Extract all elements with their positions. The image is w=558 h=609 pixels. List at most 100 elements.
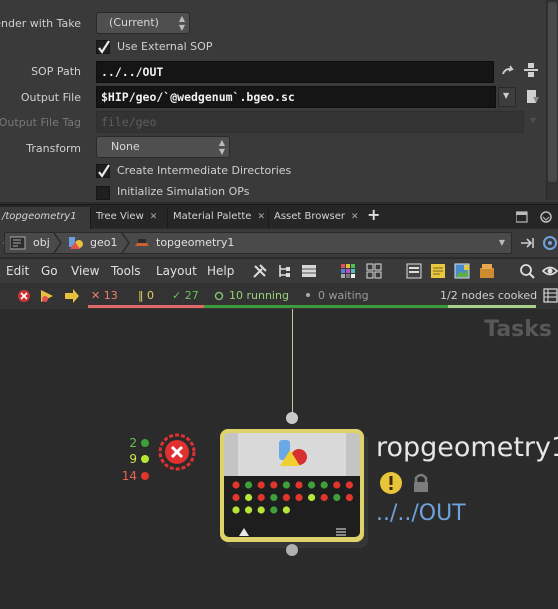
node-display-flag[interactable] — [346, 433, 360, 476]
succeeded-count[interactable]: ✓ 27 — [172, 289, 199, 302]
pin-icon[interactable] — [520, 236, 536, 250]
menu-go[interactable]: Go — [41, 264, 58, 278]
work-item-dot[interactable] — [232, 493, 240, 502]
object-context-icon — [10, 236, 26, 250]
close-icon[interactable]: ✕ — [150, 212, 158, 222]
task-list-icon[interactable] — [335, 527, 347, 537]
file-browse-icon[interactable] — [524, 88, 542, 106]
nodes-cooked: 1/2 nodes cooked — [440, 289, 538, 302]
work-item-dot[interactable] — [270, 493, 278, 502]
asset-box-icon[interactable] — [479, 263, 495, 279]
node-bypass-flag[interactable] — [224, 433, 238, 476]
task-graph-arrow-icon[interactable] — [238, 527, 250, 537]
param-scrollbar[interactable] — [546, 0, 558, 200]
choose-operator-icon[interactable] — [522, 61, 540, 79]
warning-icon[interactable] — [379, 471, 403, 495]
work-item-dot[interactable] — [333, 493, 341, 502]
menu-view[interactable]: View — [71, 264, 99, 278]
cancel-cook-icon[interactable] — [17, 289, 31, 303]
menu-layout[interactable]: Layout — [156, 264, 197, 278]
work-item-dot[interactable] — [257, 481, 265, 489]
sop-path-field[interactable]: ../../OUT — [96, 61, 494, 83]
work-item-dot[interactable] — [345, 493, 353, 502]
failed-count[interactable]: ✕ 13 — [91, 289, 118, 302]
work-item-dot[interactable] — [245, 506, 253, 514]
link-icon[interactable] — [541, 235, 557, 251]
breadcrumb-obj[interactable]: obj — [33, 236, 50, 249]
tools-wrench-icon[interactable] — [252, 263, 270, 279]
menu-tools[interactable]: Tools — [111, 264, 141, 278]
sticky-note-icon[interactable] — [430, 263, 446, 279]
search-icon[interactable] — [519, 263, 535, 279]
top-network-icon — [135, 239, 149, 246]
close-icon[interactable]: ✕ — [257, 212, 265, 222]
work-item-dot[interactable] — [245, 493, 253, 502]
work-item-dot[interactable] — [232, 506, 240, 514]
lock-icon[interactable] — [411, 472, 431, 494]
waiting-count[interactable]: 0 waiting — [318, 289, 369, 302]
task-table-icon[interactable] — [543, 288, 558, 303]
work-item-dot[interactable] — [245, 481, 253, 489]
cook-output-icon[interactable] — [39, 288, 55, 304]
network-box-icon[interactable] — [406, 263, 422, 279]
use-external-sop-checkbox[interactable] — [96, 40, 110, 54]
output-file-menu-button[interactable]: ▼ — [498, 87, 516, 107]
color-palette-icon[interactable] — [341, 264, 355, 278]
input-connector[interactable] — [285, 411, 299, 425]
work-item-dot[interactable] — [282, 493, 290, 502]
eye-icon[interactable] — [542, 264, 558, 278]
work-item-dot[interactable] — [232, 481, 240, 489]
work-item-dot[interactable] — [308, 493, 316, 502]
breadcrumb-geo[interactable]: geo1 — [90, 236, 117, 249]
pane-menu-icon[interactable] — [516, 210, 556, 224]
work-item-dot[interactable] — [270, 506, 278, 514]
work-item-dot[interactable] — [295, 481, 303, 489]
work-item-dot[interactable] — [320, 481, 328, 489]
output-file-tag-field[interactable]: file/geo — [96, 111, 524, 133]
breadcrumb-node[interactable]: topgeometry1 — [156, 236, 234, 249]
work-item-dot[interactable] — [308, 481, 316, 489]
use-external-sop-label: Use External SOP — [117, 40, 213, 53]
param-scrollbar-thumb[interactable] — [548, 2, 557, 182]
running-count[interactable]: 10 running — [229, 289, 289, 302]
dirty-cook-icon[interactable] — [63, 288, 81, 304]
work-item-dot[interactable] — [333, 481, 341, 489]
transform-dropdown[interactable]: None ▲ ▼ — [96, 136, 230, 158]
work-item-dot[interactable] — [257, 493, 265, 502]
create-dirs-label: Create Intermediate Directories — [117, 164, 292, 177]
path-dropdown-arrow-icon[interactable]: ▼ — [499, 238, 505, 247]
render-with-take-dropdown[interactable]: (Current) ▲ ▼ — [96, 12, 190, 34]
failed-dot — [141, 472, 149, 480]
tree-layout-icon[interactable] — [276, 263, 292, 279]
work-item-dot[interactable] — [320, 493, 328, 502]
tab-tree-view[interactable]: Tree View ✕ — [90, 207, 167, 229]
error-badge-icon[interactable] — [158, 433, 196, 471]
tab-network[interactable]: /topgeometry1 — [0, 207, 90, 229]
list-view-icon[interactable] — [301, 263, 317, 279]
work-item-dot[interactable] — [282, 506, 290, 514]
grid-layout-icon[interactable] — [366, 263, 382, 279]
add-tab-plus-icon[interactable]: + — [367, 205, 380, 224]
work-item-dot[interactable] — [282, 481, 290, 489]
create-dirs-checkbox[interactable] — [96, 164, 110, 178]
init-sim-checkbox[interactable] — [96, 186, 110, 200]
menu-help[interactable]: Help — [207, 264, 234, 278]
parameter-pane: Render with Take (Current) ▲▼ Use Extern… — [0, 0, 558, 202]
work-item-dot[interactable] — [345, 481, 353, 489]
work-item-dot[interactable] — [295, 493, 303, 502]
tab-asset-browser[interactable]: Asset Browser ✕ — [268, 207, 359, 229]
menu-edit[interactable]: Edit — [6, 264, 29, 278]
paused-count[interactable]: ‖ 0 — [138, 289, 154, 302]
tab-material-palette[interactable]: Material Palette ✕ — [167, 207, 268, 229]
output-connector[interactable] — [285, 543, 299, 557]
work-item-dot[interactable] — [257, 506, 265, 514]
image-background-icon[interactable] — [454, 263, 470, 279]
work-item-dot[interactable] — [270, 481, 278, 489]
node-name[interactable]: ropgeometry1 — [376, 432, 558, 463]
waiting-icon — [306, 293, 310, 297]
output-file-field[interactable]: $HIP/geo/`@wedgenum`.bgeo.sc — [96, 86, 496, 108]
jump-to-operator-icon[interactable] — [500, 63, 518, 81]
close-icon[interactable]: ✕ — [351, 212, 359, 222]
checkmark-icon — [98, 164, 110, 178]
breadcrumb: obj geo1 topgeometry1 ▼ — [4, 232, 512, 254]
